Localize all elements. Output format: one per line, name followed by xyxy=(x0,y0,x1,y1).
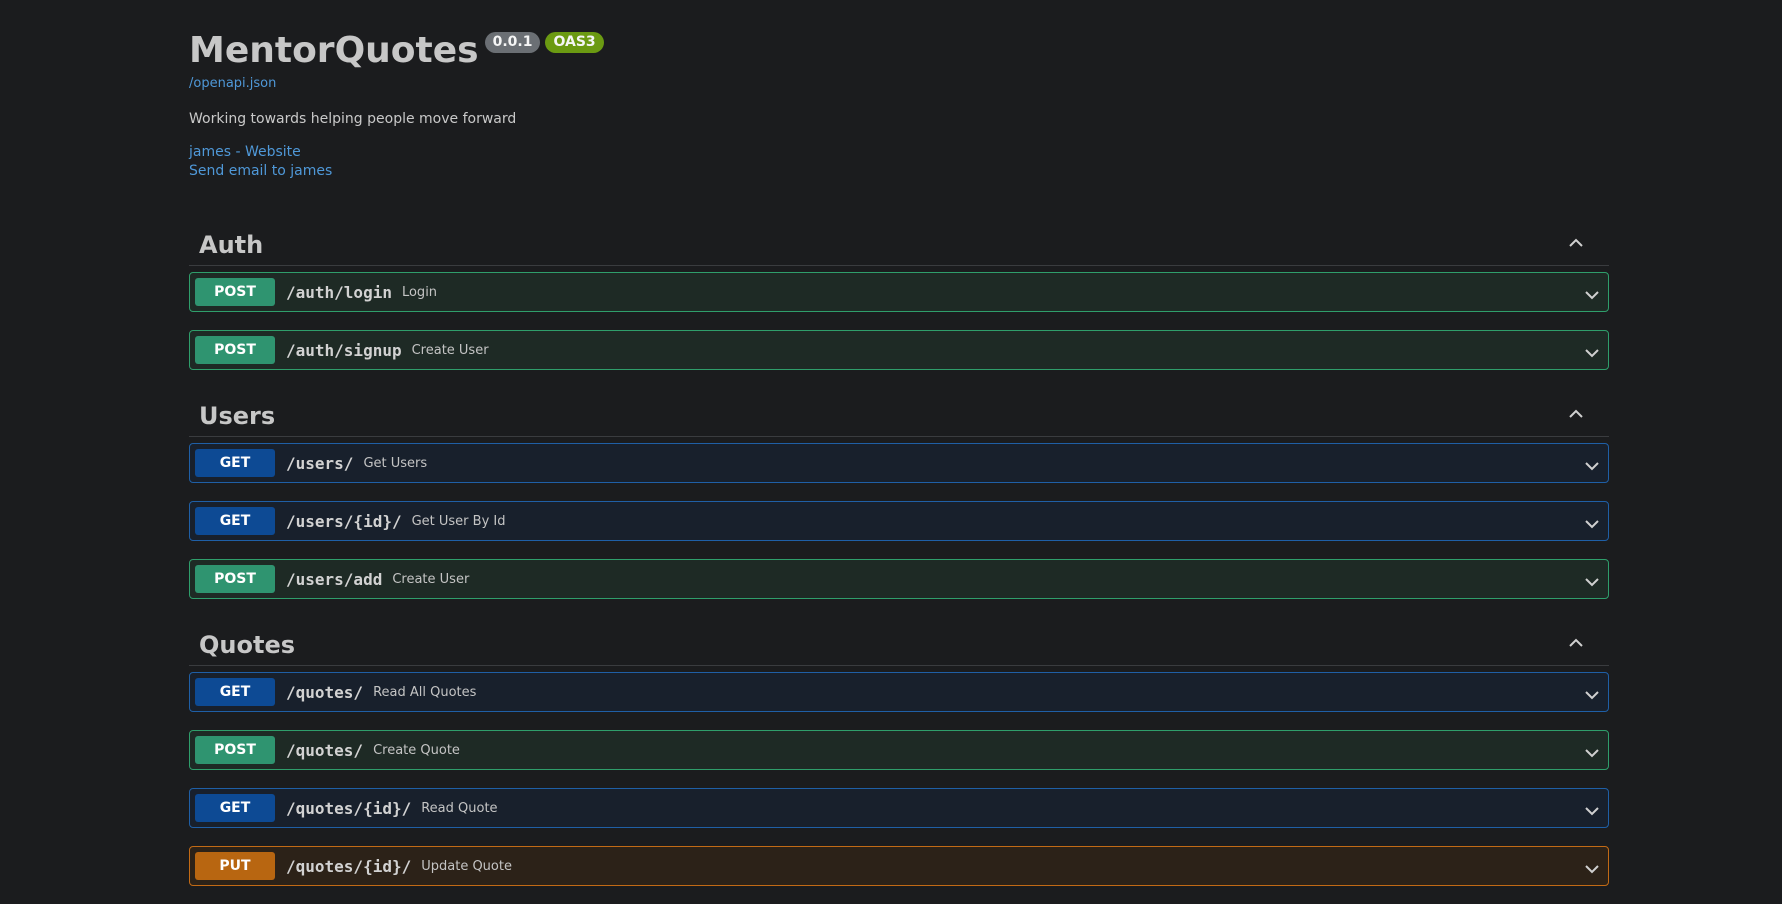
contact-email-link[interactable]: Send email to james xyxy=(189,162,1609,181)
method-badge: POST xyxy=(195,736,275,764)
operation-path: /quotes/{id}/ xyxy=(286,856,412,876)
method-badge: POST xyxy=(195,278,275,306)
operation-post[interactable]: POST/users/add Create User xyxy=(189,559,1609,599)
api-title: MentorQuotes xyxy=(189,30,479,71)
operation-get[interactable]: GET/quotes/Read All Quotes xyxy=(189,672,1609,712)
method-badge: GET xyxy=(195,507,275,535)
chevron-down-icon[interactable] xyxy=(1584,860,1600,874)
section-header[interactable]: Users xyxy=(189,388,1609,437)
section-title: Quotes xyxy=(199,631,296,659)
section-title: Auth xyxy=(199,231,264,259)
operations: Auth POST/auth/login Login POST/auth/signup… xyxy=(189,217,1609,886)
chevron-down-icon[interactable] xyxy=(1584,686,1600,700)
operation-path: /quotes/ xyxy=(286,740,364,760)
chevron-down-icon[interactable] xyxy=(1584,515,1600,529)
method-badge: GET xyxy=(195,794,275,822)
operation-summary: Get User By Id xyxy=(411,513,506,529)
operation-summary: Read All Quotes xyxy=(373,684,477,700)
method-badge: PUT xyxy=(195,852,275,880)
section-auth: Auth POST/auth/login Login POST/auth/signup… xyxy=(189,217,1609,370)
section-header[interactable]: Auth xyxy=(189,217,1609,266)
section-title: Users xyxy=(199,402,276,430)
operation-summary: Create Quote xyxy=(373,742,460,758)
operation-path: /auth/login xyxy=(286,282,392,302)
operation-path: /auth/signup xyxy=(286,340,402,360)
operation-summary: Get Users xyxy=(363,455,428,471)
operation-post[interactable]: POST/quotes/Create Quote xyxy=(189,730,1609,770)
operation-summary: Update Quote xyxy=(421,858,512,874)
method-badge: POST xyxy=(195,565,275,593)
section-quotes: Quotes GET/quotes/Read All Quotes POST/quo… xyxy=(189,617,1609,886)
version-badge: 0.0.1 xyxy=(484,32,541,53)
operation-summary: Create User xyxy=(392,571,470,587)
api-description: Working towards helping people move forw… xyxy=(189,111,517,127)
contact-website-link[interactable]: james - Website xyxy=(189,143,1609,162)
spec-url-link[interactable]: /openapi.json xyxy=(189,76,1609,91)
operation-path: /quotes/{id}/ xyxy=(286,798,412,818)
operation-get[interactable]: GET/users/{id}/ Get User By Id xyxy=(189,501,1609,541)
operation-summary: Create User xyxy=(411,342,489,358)
operation-path: /users/ xyxy=(286,453,354,473)
method-badge: GET xyxy=(195,678,275,706)
method-badge: POST xyxy=(195,336,275,364)
chevron-up-icon[interactable] xyxy=(1569,235,1583,249)
api-info: MentorQuotes 0.0.1 OAS3 /openapi.json Wo… xyxy=(189,0,1609,181)
chevron-down-icon[interactable] xyxy=(1584,573,1600,587)
operation-path: /users/add xyxy=(286,569,383,589)
operation-path: /quotes/ xyxy=(286,682,364,702)
operation-get[interactable]: GET/quotes/{id}/ Read Quote xyxy=(189,788,1609,828)
operation-summary: Login xyxy=(401,284,438,300)
contact-links: james - Website Send email to james xyxy=(189,143,1609,181)
operation-path: /users/{id}/ xyxy=(286,511,402,531)
operation-post[interactable]: POST/auth/signup Create User xyxy=(189,330,1609,370)
title-row: MentorQuotes 0.0.1 OAS3 xyxy=(189,28,1609,74)
swagger-ui: MentorQuotes 0.0.1 OAS3 /openapi.json Wo… xyxy=(189,0,1609,904)
chevron-down-icon[interactable] xyxy=(1584,802,1600,816)
section-header[interactable]: Quotes xyxy=(189,617,1609,666)
oas-badge: OAS3 xyxy=(545,32,604,53)
method-badge: GET xyxy=(195,449,275,477)
chevron-up-icon[interactable] xyxy=(1569,635,1583,649)
chevron-down-icon[interactable] xyxy=(1584,744,1600,758)
operation-put[interactable]: PUT/quotes/{id}/ Update Quote xyxy=(189,846,1609,886)
chevron-down-icon[interactable] xyxy=(1584,457,1600,471)
chevron-down-icon[interactable] xyxy=(1584,286,1600,300)
chevron-down-icon[interactable] xyxy=(1584,344,1600,358)
section-users: Users GET/users/Get Users GET/users/{id}/G… xyxy=(189,388,1609,599)
operation-get[interactable]: GET/users/Get Users xyxy=(189,443,1609,483)
chevron-up-icon[interactable] xyxy=(1569,406,1583,420)
operation-summary: Read Quote xyxy=(421,800,498,816)
operation-post[interactable]: POST/auth/login Login xyxy=(189,272,1609,312)
